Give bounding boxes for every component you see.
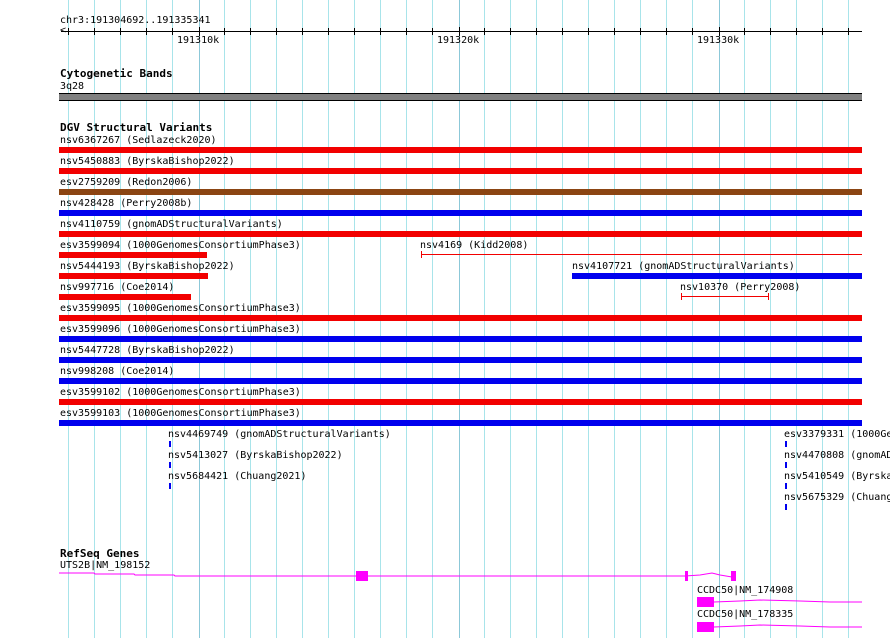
- sv-bar[interactable]: [785, 462, 787, 468]
- ruler-tick: [380, 28, 381, 35]
- sv-bar[interactable]: [59, 294, 191, 300]
- ruler-tick: [224, 28, 225, 35]
- ruler-tick: [250, 28, 251, 35]
- ruler-tick: [562, 28, 563, 35]
- ruler-tick: [406, 28, 407, 35]
- sv-bar[interactable]: [59, 189, 862, 195]
- sv-label: nsv6367267 (Sedlazeck2020): [60, 135, 217, 146]
- exon: [731, 571, 736, 581]
- sv-label: esv3379331 (1000Ge: [784, 429, 890, 440]
- sv-label: nsv5444193 (ByrskaBishop2022): [60, 261, 235, 272]
- ruler-tick: [510, 28, 511, 35]
- ruler-tick: [172, 28, 173, 35]
- ruler-tick: [302, 28, 303, 35]
- sv-label: nsv4469749 (gnomADStructuralVariants): [168, 429, 391, 440]
- sv-bar[interactable]: [785, 483, 787, 489]
- sv-bar[interactable]: [59, 273, 208, 279]
- sv-bar[interactable]: [59, 420, 862, 426]
- sv-label: esv3599095 (1000GenomesConsortiumPhase3): [60, 303, 301, 314]
- sv-label: nsv4470808 (gnomAD: [784, 450, 890, 461]
- sv-bar[interactable]: [785, 441, 787, 447]
- sv-bar[interactable]: [421, 254, 862, 255]
- sv-label: esv3599094 (1000GenomesConsortiumPhase3): [60, 240, 301, 251]
- sv-label: nsv5450883 (ByrskaBishop2022): [60, 156, 235, 167]
- left-arrow-icon[interactable]: <: [60, 25, 66, 36]
- ruler-line: [61, 31, 862, 32]
- ruler-tick: [146, 28, 147, 35]
- track-title-refseq: RefSeq Genes: [60, 547, 140, 560]
- sv-end-tick: [421, 251, 422, 258]
- exon: [697, 622, 714, 632]
- sv-bar[interactable]: [169, 483, 171, 489]
- track-title-cytobands: Cytogenetic Bands: [60, 67, 173, 80]
- exon: [697, 597, 714, 607]
- sv-bar[interactable]: [59, 357, 862, 363]
- ruler-tick: [354, 28, 355, 35]
- ruler-tick: [614, 28, 615, 35]
- sv-bar[interactable]: [169, 462, 171, 468]
- ruler-tick: [94, 28, 95, 35]
- sv-label: nsv428428 (Perry2008b): [60, 198, 193, 209]
- band-label: 3q28: [60, 81, 85, 92]
- sv-bar[interactable]: [59, 168, 862, 174]
- ruler-tick: [328, 28, 329, 35]
- track-title-dgv: DGV Structural Variants: [60, 121, 213, 134]
- ruler-tick: [822, 28, 823, 35]
- sv-end-tick: [768, 293, 769, 300]
- sv-label: nsv5410549 (Byrska: [784, 471, 890, 482]
- sv-bar[interactable]: [681, 296, 769, 297]
- sv-label: esv2759209 (Redon2006): [60, 177, 193, 188]
- gene-model[interactable]: [0, 590, 890, 610]
- sv-label: nsv5413027 (ByrskaBishop2022): [168, 450, 343, 461]
- sv-label: nsv5447728 (ByrskaBishop2022): [60, 345, 235, 356]
- ruler-tick: [848, 28, 849, 35]
- tick-label: 191320k: [437, 35, 480, 46]
- sv-label: esv3599103 (1000GenomesConsortiumPhase3): [60, 408, 301, 419]
- ruler-tick: [692, 28, 693, 35]
- gene-model[interactable]: [0, 615, 890, 635]
- ruler-tick: [536, 28, 537, 35]
- ruler-tick: [588, 28, 589, 35]
- sv-bar[interactable]: [59, 252, 207, 258]
- tick-label: 191330k: [697, 35, 740, 46]
- sv-bar[interactable]: [59, 315, 862, 321]
- sv-bar[interactable]: [785, 504, 787, 510]
- sv-label: nsv4107721 (gnomADStructuralVariants): [572, 261, 795, 272]
- sv-label: esv3599096 (1000GenomesConsortiumPhase3): [60, 324, 301, 335]
- sv-bar[interactable]: [59, 231, 862, 237]
- sv-bar[interactable]: [169, 441, 171, 447]
- ruler-tick: [666, 28, 667, 35]
- sv-bar[interactable]: [59, 210, 862, 216]
- sv-bar[interactable]: [59, 399, 862, 405]
- sv-label: nsv997716 (Coe2014): [60, 282, 175, 293]
- cytoband-bar[interactable]: [59, 93, 862, 101]
- ruler-tick: [640, 28, 641, 35]
- sv-bar[interactable]: [59, 378, 862, 384]
- ruler-tick: [276, 28, 277, 35]
- ruler-tick: [120, 28, 121, 35]
- sv-label: esv3599102 (1000GenomesConsortiumPhase3): [60, 387, 301, 398]
- sv-label: nsv5684421 (Chuang2021): [168, 471, 307, 482]
- sv-bar[interactable]: [59, 147, 862, 153]
- tick-label: 191310k: [177, 35, 220, 46]
- ruler-tick: [484, 28, 485, 35]
- exon: [685, 571, 688, 581]
- sv-label: nsv5675329 (Chuang: [784, 492, 890, 503]
- sv-label: nsv4110759 (gnomADStructuralVariants): [60, 219, 283, 230]
- sv-end-tick: [681, 293, 682, 300]
- sv-label: nsv4169 (Kidd2008): [420, 240, 529, 251]
- ruler-tick: [796, 28, 797, 35]
- ruler-tick: [68, 28, 69, 35]
- exon: [356, 571, 368, 581]
- ruler-tick: [770, 28, 771, 35]
- sv-label: nsv998208 (Coe2014): [60, 366, 175, 377]
- sv-bar[interactable]: [572, 273, 862, 279]
- location-label: chr3:191304692..191335341: [60, 15, 211, 26]
- ruler-tick: [432, 28, 433, 35]
- sv-label: nsv10370 (Perry2008): [680, 282, 801, 293]
- ruler-tick: [744, 28, 745, 35]
- sv-bar[interactable]: [59, 336, 862, 342]
